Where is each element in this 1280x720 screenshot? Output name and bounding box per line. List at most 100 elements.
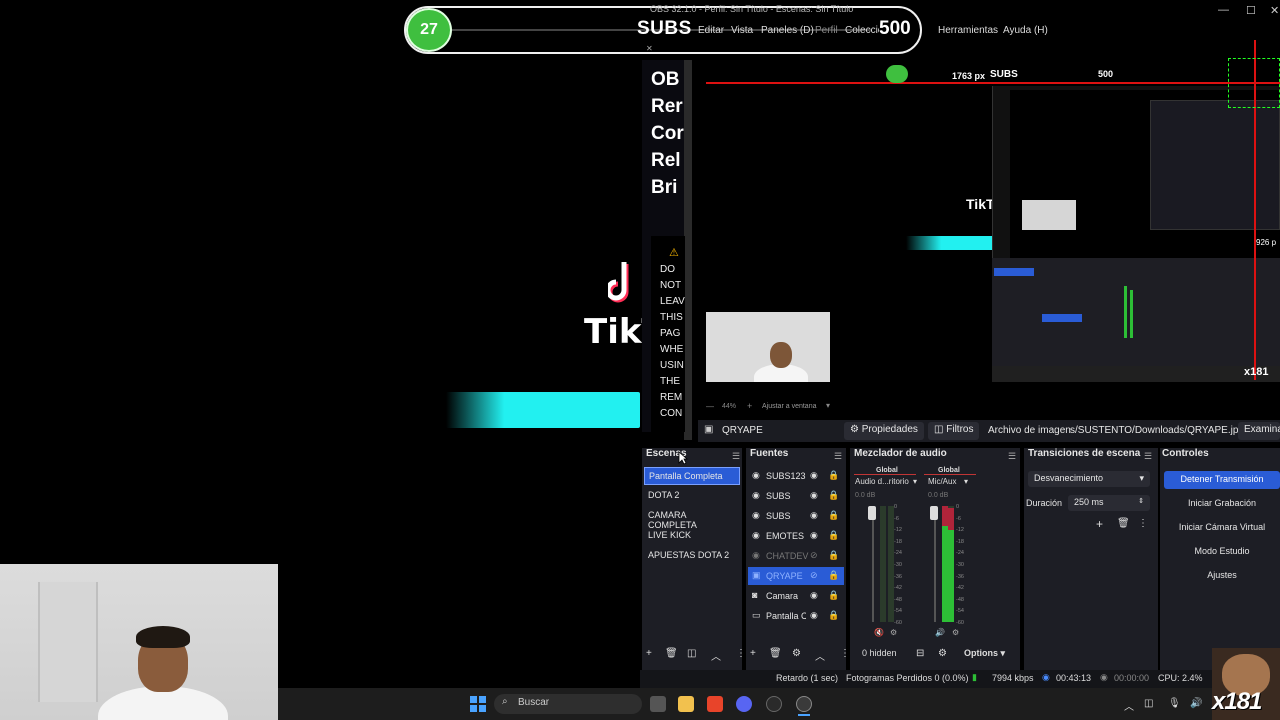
gear-icon[interactable]: ⚙ bbox=[890, 628, 897, 637]
source-item[interactable]: ◉ SUBS ◉ 🔒 bbox=[748, 507, 844, 525]
chevron-up-icon[interactable]: ︿ bbox=[1124, 698, 1134, 713]
nested-emote-text: x181 bbox=[1244, 366, 1269, 378]
lock-icon[interactable]: 🔒 bbox=[828, 530, 839, 541]
lock-icon[interactable]: 🔒 bbox=[828, 470, 839, 481]
chevron-down-icon[interactable]: ▾ bbox=[826, 401, 830, 410]
add-transition-icon[interactable]: + bbox=[1096, 517, 1103, 531]
network-icon[interactable]: ◫ bbox=[1144, 698, 1153, 709]
menu-editar[interactable]: Editar bbox=[698, 25, 724, 36]
lock-icon[interactable]: 🔒 bbox=[828, 610, 839, 621]
gear-icon[interactable]: ⚙ bbox=[938, 648, 947, 662]
gear-icon[interactable]: ⚙ bbox=[952, 628, 959, 637]
filter-icon[interactable]: ◫ bbox=[687, 648, 696, 662]
lock-icon[interactable]: 🔒 bbox=[828, 570, 839, 581]
maximize-button[interactable]: ☐ bbox=[1246, 4, 1256, 17]
volume-fader-knob[interactable] bbox=[868, 506, 876, 520]
source-item[interactable]: ▣ QRYAPE ⊘ 🔒 bbox=[748, 567, 844, 585]
dock-menu-icon[interactable]: ☰ bbox=[1008, 451, 1016, 461]
chevron-down-icon[interactable]: ▾ bbox=[964, 477, 968, 486]
brave-icon[interactable] bbox=[707, 696, 723, 712]
task-view-icon[interactable] bbox=[650, 696, 666, 712]
lock-icon[interactable]: 🔒 bbox=[828, 590, 839, 601]
menu-perfil[interactable]: Perfil bbox=[815, 25, 838, 36]
source-item[interactable]: ◉ SUBS123 ◉ 🔒 bbox=[748, 467, 844, 485]
source-item[interactable]: ◉ CHATDEV ⊘ 🔒 bbox=[748, 547, 844, 565]
options-dropdown[interactable]: Options ▾ bbox=[964, 648, 1005, 662]
source-item[interactable]: ◉ EMOTES ◉ 🔒 bbox=[748, 527, 844, 545]
close-button[interactable]: ✕ bbox=[1270, 4, 1279, 17]
zoom-in-icon[interactable]: + bbox=[747, 401, 752, 411]
trash-icon[interactable]: 🗑 bbox=[769, 648, 782, 662]
eye-hidden-icon[interactable]: ⊘ bbox=[810, 550, 818, 561]
stop-streaming-button[interactable]: Detener Transmisión bbox=[1164, 471, 1280, 489]
menu-vista[interactable]: Vista bbox=[731, 25, 753, 36]
eye-icon[interactable]: ◉ bbox=[810, 610, 818, 621]
transition-type-select[interactable]: Desvanecimiento ▾ bbox=[1028, 471, 1150, 487]
gear-icon[interactable]: ⚙ bbox=[792, 648, 801, 662]
speaker-icon[interactable]: 🔊 bbox=[1190, 698, 1202, 709]
menu-coleccion[interactable]: Colección de escenas bbox=[845, 25, 879, 36]
chevron-up-icon[interactable]: ︿ bbox=[711, 648, 721, 663]
lock-icon[interactable]: 🔒 bbox=[828, 510, 839, 521]
trash-icon[interactable]: 🗑 bbox=[665, 648, 678, 662]
taskbar-search[interactable]: ⌕ Buscar bbox=[494, 694, 642, 714]
volume-fader-knob[interactable] bbox=[930, 506, 938, 520]
scene-item[interactable]: CAMARA COMPLETA bbox=[644, 507, 740, 530]
mute-icon[interactable]: 🔇 bbox=[874, 628, 884, 637]
volume-fader[interactable] bbox=[872, 506, 874, 622]
file-explorer-icon[interactable] bbox=[678, 696, 694, 712]
add-source-icon[interactable]: + bbox=[750, 648, 756, 662]
mixer-dock-title: Mezclador de audio bbox=[854, 448, 947, 459]
add-scene-icon[interactable]: + bbox=[646, 648, 652, 662]
more-icon[interactable]: ⋮ bbox=[736, 648, 746, 662]
browse-button[interactable]: Examinar bbox=[1238, 422, 1280, 440]
windows-start-icon[interactable] bbox=[470, 696, 486, 712]
lock-icon[interactable]: 🔒 bbox=[828, 550, 839, 561]
menu-ayuda[interactable]: Ayuda (H) bbox=[1003, 25, 1048, 36]
zoom-out-icon[interactable]: — bbox=[706, 402, 714, 411]
dock-menu-icon[interactable]: ☰ bbox=[732, 451, 740, 461]
file-path-field[interactable]: s/SUSTENTO/Downloads/QRYAPE.jpeg bbox=[1070, 425, 1250, 436]
volume-fader[interactable] bbox=[934, 506, 936, 622]
source-item[interactable]: ▭ Pantalla C ◉ 🔒 bbox=[748, 607, 844, 625]
speaker-icon[interactable]: 🔊 bbox=[935, 628, 945, 637]
eye-icon[interactable]: ◉ bbox=[810, 510, 818, 521]
scene-item[interactable]: Pantalla Completa bbox=[644, 467, 740, 485]
eye-icon[interactable]: ◉ bbox=[810, 530, 818, 541]
chevron-down-icon[interactable]: ▾ bbox=[913, 477, 917, 486]
more-icon[interactable]: ⋮ bbox=[1138, 518, 1148, 529]
obs-icon[interactable] bbox=[796, 696, 812, 712]
scene-item[interactable]: APUESTAS DOTA 2 bbox=[644, 547, 740, 565]
menu-paneles[interactable]: Paneles (D) bbox=[761, 25, 814, 36]
source-label: SUBS bbox=[766, 511, 791, 521]
scene-item[interactable]: DOTA 2 bbox=[644, 487, 740, 505]
discord-icon[interactable] bbox=[736, 696, 752, 712]
eye-icon[interactable]: ◉ bbox=[810, 590, 818, 601]
properties-button[interactable]: ⚙ Propiedades bbox=[844, 422, 924, 440]
eye-hidden-icon[interactable]: ⊘ bbox=[810, 570, 818, 581]
minimize-button[interactable]: — bbox=[1218, 4, 1229, 16]
dock-menu-icon[interactable]: ☰ bbox=[1144, 451, 1152, 461]
chevron-up-icon[interactable]: ︿ bbox=[815, 648, 825, 663]
eye-icon[interactable]: ◉ bbox=[810, 470, 818, 481]
source-item[interactable]: ◉ SUBS ◉ 🔒 bbox=[748, 487, 844, 505]
more-icon[interactable]: ⋮ bbox=[840, 648, 850, 662]
mixer-layout-icon[interactable]: ⊟ bbox=[916, 648, 924, 662]
menu-herramientas[interactable]: Herramientas bbox=[938, 25, 998, 36]
chrome-icon[interactable] bbox=[766, 696, 782, 712]
settings-button[interactable]: Ajustes bbox=[1164, 567, 1280, 585]
trash-icon[interactable]: 🗑 bbox=[1117, 518, 1130, 529]
eye-icon[interactable]: ◉ bbox=[810, 490, 818, 501]
lock-icon[interactable]: 🔒 bbox=[828, 490, 839, 501]
duration-field[interactable]: 250 ms ⇕ bbox=[1068, 495, 1150, 511]
start-recording-button[interactable]: Iniciar Grabación bbox=[1164, 495, 1280, 513]
browser-dock-close-icon[interactable]: ✕ bbox=[646, 44, 653, 53]
studio-mode-button[interactable]: Modo Estudio bbox=[1164, 543, 1280, 561]
dock-menu-icon[interactable]: ☰ bbox=[834, 451, 842, 461]
mic-icon[interactable]: 🎙 bbox=[1168, 698, 1181, 709]
fit-to-window[interactable]: Ajustar a ventana bbox=[762, 403, 816, 410]
start-virtual-camera-button[interactable]: Iniciar Cámara Virtual bbox=[1164, 519, 1280, 537]
scene-item[interactable]: LIVE KICK bbox=[644, 527, 740, 545]
source-item[interactable]: ◙ Camara ◉ 🔒 bbox=[748, 587, 844, 605]
filters-button[interactable]: ◫ Filtros bbox=[928, 422, 980, 440]
